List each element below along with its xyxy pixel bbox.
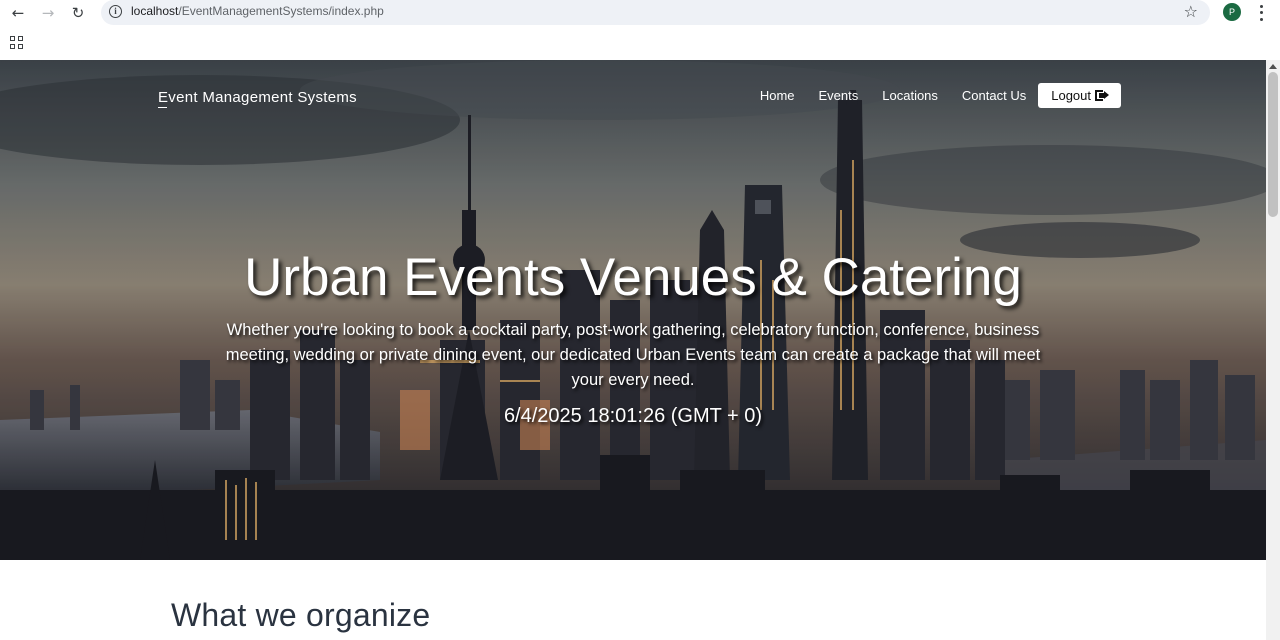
sign-out-icon xyxy=(1095,90,1109,101)
nav-link-home[interactable]: Home xyxy=(760,88,795,103)
scroll-up-arrow-icon[interactable] xyxy=(1269,64,1277,69)
nav-link-events[interactable]: Events xyxy=(819,88,859,103)
profile-avatar[interactable]: P xyxy=(1223,3,1241,21)
bookmark-star-icon[interactable]: ☆ xyxy=(1184,2,1198,21)
browser-menu-icon[interactable] xyxy=(1254,3,1268,23)
back-button[interactable]: ← xyxy=(7,2,29,24)
url-path: /EventManagementSystems/index.php xyxy=(178,4,384,18)
main-navigation: Home Events Locations Contact Us Logout xyxy=(736,83,1121,108)
url-text: localhost/EventManagementSystems/index.p… xyxy=(131,4,384,18)
page-viewport: Event Management Systems Home Events Loc… xyxy=(0,60,1266,640)
site-brand[interactable]: Event Management Systems xyxy=(158,89,357,108)
hero-subtitle: Whether you're looking to book a cocktai… xyxy=(225,321,1041,389)
hero-banner: Event Management Systems Home Events Loc… xyxy=(0,60,1266,560)
site-info-icon[interactable]: i xyxy=(109,5,122,18)
reload-button[interactable]: ↻ xyxy=(67,2,89,24)
logout-button[interactable]: Logout xyxy=(1038,83,1121,108)
logout-label: Logout xyxy=(1051,88,1091,103)
nav-link-contact-us[interactable]: Contact Us xyxy=(962,88,1026,103)
browser-toolbar: ← → ↻ i localhost/EventManagementSystems… xyxy=(0,0,1280,26)
page-scrollbar[interactable] xyxy=(1266,60,1280,640)
nav-link-locations[interactable]: Locations xyxy=(882,88,938,103)
bookmarks-bar xyxy=(0,26,1280,60)
url-host: localhost xyxy=(131,4,179,18)
scrollbar-thumb[interactable] xyxy=(1268,72,1278,217)
hero-clock: 6/4/2025 18:01:26 (GMT + 0) xyxy=(503,405,763,427)
apps-grid-icon[interactable] xyxy=(10,36,23,49)
forward-button[interactable]: → xyxy=(37,2,59,24)
hero-title: Urban Events Venues & Catering xyxy=(244,248,1022,307)
what-we-organize-heading: What we organize xyxy=(171,597,431,633)
address-bar[interactable]: i localhost/EventManagementSystems/index… xyxy=(101,0,1210,25)
